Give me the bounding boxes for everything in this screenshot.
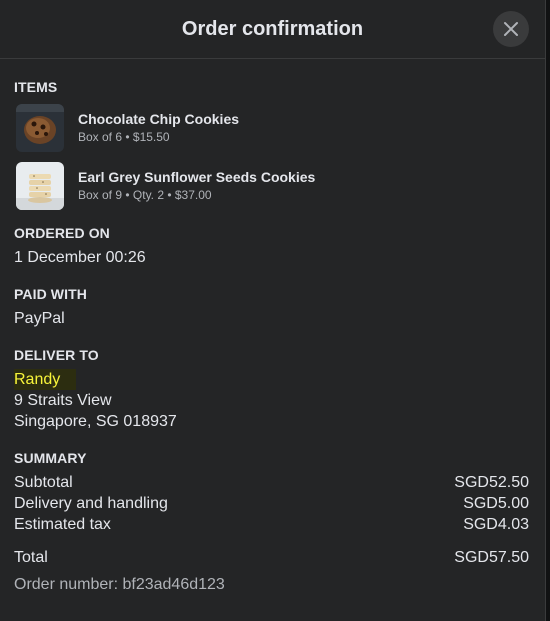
- order-number: Order number: bf23ad46d123: [14, 576, 225, 593]
- total-value: SGD57.50: [454, 549, 529, 566]
- address-line-1: 9 Straits View: [14, 392, 112, 409]
- dialog-title: Order confirmation: [181, 17, 364, 40]
- item-details: Box of 6 • $15.50: [78, 130, 170, 144]
- paid-with-value: PayPal: [14, 310, 65, 327]
- summary-row-value: SGD52.50: [454, 474, 529, 491]
- total-label: Total: [14, 549, 48, 566]
- address-line-2: Singapore, SG 018937: [14, 413, 177, 430]
- deliver-to-section: DELIVER TO Randy 9 Straits View Singapor…: [14, 347, 529, 432]
- summary-section: SUMMARY Subtotal SGD52.50 Delivery and h…: [14, 450, 529, 594]
- dialog-content: ITEMS Chocolate Chip Cookies Box of 6 • …: [0, 59, 545, 594]
- list-item[interactable]: Chocolate Chip Cookies Box of 6 • $15.50: [14, 103, 529, 153]
- summary-row-delivery: Delivery and handling SGD5.00: [14, 493, 529, 514]
- list-item[interactable]: Earl Grey Sunflower Seeds Cookies Box of…: [14, 161, 529, 211]
- items-label: ITEMS: [14, 79, 58, 95]
- summary-row-tax: Estimated tax SGD4.03: [14, 514, 529, 535]
- chocolate-chip-cookie-image: [16, 104, 64, 152]
- paid-with-label: PAID WITH: [14, 286, 87, 302]
- summary-label: SUMMARY: [14, 450, 87, 466]
- summary-row-value: SGD4.03: [463, 516, 529, 533]
- deliver-to-label: DELIVER TO: [14, 347, 99, 363]
- summary-row-subtotal: Subtotal SGD52.50: [14, 472, 529, 493]
- summary-row-label: Subtotal: [14, 474, 73, 491]
- item-name: Earl Grey Sunflower Seeds Cookies: [78, 169, 316, 185]
- item-details: Box of 9 • Qty. 2 • $37.00: [78, 188, 212, 202]
- summary-row-value: SGD5.00: [463, 495, 529, 512]
- paid-with-section: PAID WITH PayPal: [14, 286, 529, 329]
- summary-row-total: Total SGD57.50: [14, 547, 529, 568]
- dialog-header: Order confirmation: [0, 0, 545, 59]
- item-name: Chocolate Chip Cookies: [78, 111, 240, 127]
- recipient-name: Randy: [14, 369, 77, 390]
- items-section: ITEMS Chocolate Chip Cookies Box of 6 • …: [14, 79, 529, 211]
- close-icon: [504, 22, 518, 36]
- background-edge: [546, 0, 550, 621]
- order-confirmation-dialog: Order confirmation ITEMS Chocolate Chip …: [0, 0, 546, 621]
- summary-row-label: Estimated tax: [14, 516, 111, 533]
- summary-row-label: Delivery and handling: [14, 495, 168, 512]
- stacked-cookies-image: [16, 162, 64, 210]
- ordered-on-section: ORDERED ON 1 December 00:26: [14, 225, 529, 268]
- ordered-on-value: 1 December 00:26: [14, 249, 146, 266]
- ordered-on-label: ORDERED ON: [14, 225, 110, 241]
- close-button[interactable]: [493, 11, 529, 47]
